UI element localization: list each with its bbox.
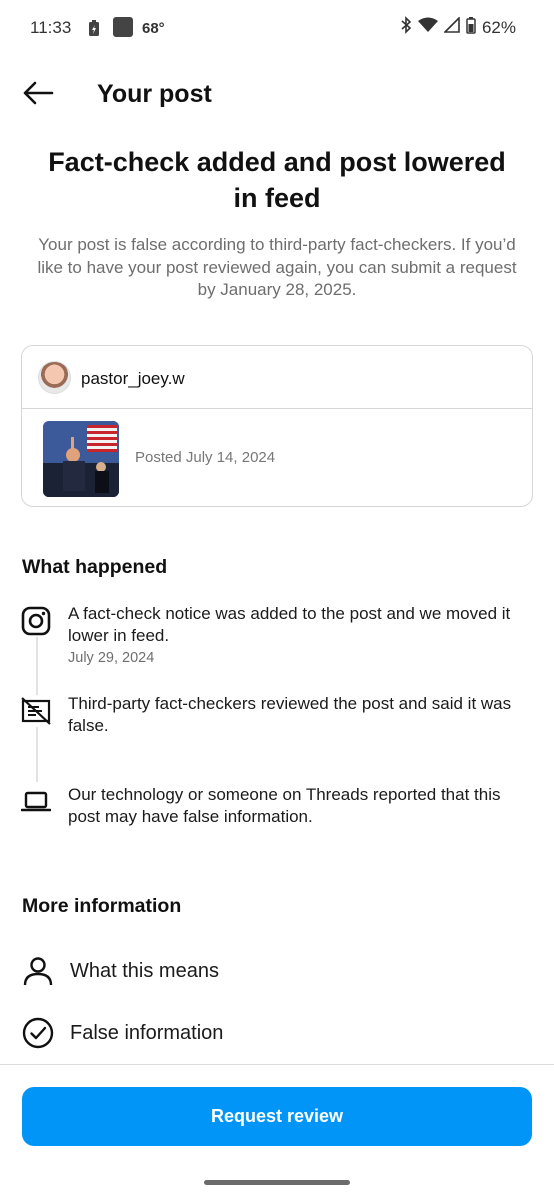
status-right-icons: 62% [400, 16, 516, 39]
person-icon [20, 953, 56, 989]
signal-icon [443, 16, 460, 38]
battery-saver-icon [88, 19, 100, 42]
post-thumbnail[interactable] [43, 421, 119, 497]
post-author-row: pastor_joey.w [22, 346, 532, 409]
notice-description: Your post is false according to third-pa… [37, 235, 517, 299]
post-date: Posted July 14, 2024 [135, 449, 276, 466]
avatar [38, 361, 71, 394]
back-button[interactable] [18, 78, 58, 112]
username: pastor_joey.w [81, 369, 185, 388]
more-information-heading: More information [22, 895, 182, 917]
home-indicator[interactable] [204, 1180, 350, 1185]
fact-check-icon [20, 695, 52, 727]
status-battery-percent: 62% [481, 17, 516, 37]
notice-title: Fact-check added and post lowered in fee… [48, 147, 506, 213]
what-happened-heading: What happened [22, 556, 168, 578]
timeline-event-text: A fact-check notice was added to the pos… [68, 604, 511, 645]
wifi-icon [417, 17, 438, 38]
instagram-icon [20, 605, 52, 637]
timeline-event-date: July 29, 2024 [68, 650, 155, 666]
check-circle-icon [20, 1015, 56, 1051]
info-item-label: False information [70, 1022, 224, 1044]
arrow-left-icon [22, 81, 54, 110]
status-time: 11:33 [30, 18, 72, 37]
page-title: Your post [97, 80, 212, 108]
info-item-label: What this means [70, 960, 219, 982]
battery-icon [466, 16, 476, 39]
post-card[interactable]: pastor_joey.w Posted July 14, 2024 [21, 345, 533, 507]
bluetooth-icon [400, 16, 412, 39]
status-bar: 11:33 68° 62% [0, 0, 554, 56]
timeline-event-text: Our technology or someone on Threads rep… [68, 785, 501, 826]
what-this-means-row[interactable]: What this means [0, 943, 554, 999]
laptop-icon [20, 786, 52, 818]
news-icon [113, 17, 133, 37]
false-information-row[interactable]: False information [0, 1005, 554, 1061]
app-header: Your post [0, 66, 554, 124]
timeline-event-text: Third-party fact-checkers reviewed the p… [68, 694, 512, 735]
status-temperature: 68° [142, 20, 165, 37]
request-review-button[interactable]: Request review [22, 1087, 532, 1146]
footer-divider [0, 1064, 554, 1065]
